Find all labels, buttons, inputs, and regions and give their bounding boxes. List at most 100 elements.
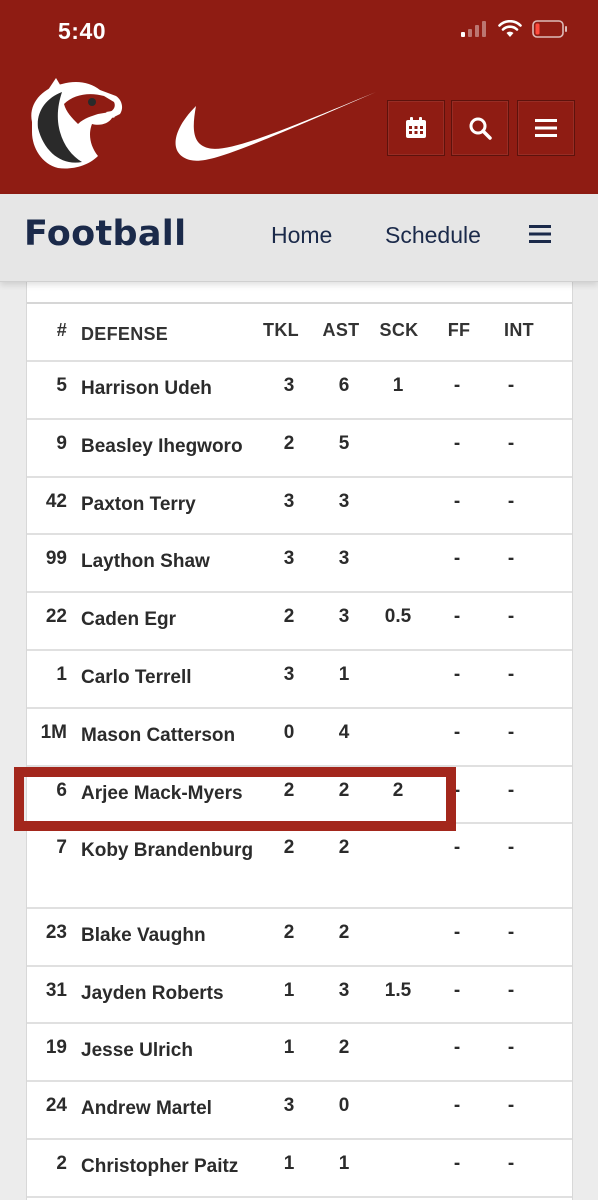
col-tkl-cell: 2 (283, 606, 295, 627)
col-int-cell: - (507, 1095, 515, 1116)
table-row: 6 Arjee Mack-Myers 2 2 2 - - (27, 767, 572, 824)
brand-header (0, 64, 598, 194)
col-ast-cell: 0 (338, 1095, 350, 1116)
col-tkl-cell: 3 (283, 491, 295, 512)
col-number-cell: 1 (56, 664, 67, 685)
col-defense-cell[interactable]: Mason Catterson (81, 722, 256, 750)
col-defense-cell[interactable]: Caden Egr (81, 606, 256, 634)
col-ff-header: FF (447, 320, 471, 340)
nav-schedule-link[interactable]: Schedule (385, 222, 481, 249)
col-ast-cell: 2 (338, 780, 350, 801)
col-ast-cell: 1 (338, 1153, 350, 1174)
col-number-cell: 2 (56, 1153, 67, 1174)
col-defense-cell[interactable]: Christopher Paitz (81, 1153, 256, 1181)
col-sck-header: SCK (379, 320, 419, 340)
col-int-cell: - (507, 1037, 515, 1058)
status-icons (460, 20, 568, 38)
wifi-icon (498, 20, 522, 37)
col-tkl-cell: 3 (283, 548, 295, 569)
search-button[interactable] (451, 100, 509, 156)
table-row: 2 Christopher Paitz 1 1 - - (27, 1140, 572, 1198)
col-ff-cell: - (453, 837, 461, 858)
table-row: 99 Laython Shaw 3 3 - - (27, 535, 572, 593)
table-row: 24 Andrew Martel 3 0 - - (27, 1082, 572, 1140)
col-sck-cell: 1.5 (384, 980, 412, 1001)
table-row: 1M Mason Catterson 0 4 - - (27, 709, 572, 767)
col-defense-cell[interactable]: Jayden Roberts (81, 980, 256, 1008)
col-tkl-cell: 2 (283, 780, 295, 801)
team-mascot-logo[interactable] (18, 74, 130, 186)
col-defense-cell[interactable]: Koby Brandenburg (81, 837, 256, 865)
col-defense-cell[interactable]: Harrison Udeh (81, 375, 256, 403)
col-int-cell: - (507, 606, 515, 627)
col-ff-cell: - (453, 548, 461, 569)
sport-menu-icon[interactable] (529, 224, 551, 244)
sport-nav: Football Home Schedule (0, 194, 598, 282)
col-tkl-cell: 1 (283, 1153, 295, 1174)
col-defense-cell[interactable]: Blake Vaughn (81, 922, 256, 950)
table-row: 9 Beasley Ihegworo 2 5 - - (27, 420, 572, 478)
col-ff-cell: - (453, 433, 461, 454)
col-tkl-cell: 0 (283, 722, 295, 743)
col-number-cell: 99 (45, 548, 67, 569)
col-int-cell: - (507, 922, 515, 943)
col-tkl-cell: 2 (283, 837, 295, 858)
col-int-header: INT (504, 320, 534, 340)
col-sck-cell: 2 (392, 780, 404, 801)
table-row: 42 Paxton Terry 3 3 - - (27, 478, 572, 535)
col-defense-cell[interactable]: Paxton Terry (81, 491, 256, 519)
col-number-cell: 23 (45, 922, 67, 943)
table-row: 23 Blake Vaughn 2 2 - - (27, 909, 572, 967)
col-int-cell: - (507, 375, 515, 396)
col-number-cell: 24 (45, 1095, 67, 1116)
table-row: 5 Harrison Udeh 3 6 1 - - (27, 362, 572, 420)
col-int-cell: - (507, 837, 515, 858)
col-sck-cell: 1 (392, 375, 404, 396)
col-ff-cell: - (453, 1153, 461, 1174)
col-tkl-cell: 3 (283, 1095, 295, 1116)
defense-stats-table: # DEFENSE TKL AST SCK FF INT 5 Harrison Udeh 3 6 1 -… (26, 282, 573, 1200)
col-tkl-cell: 1 (283, 1037, 295, 1058)
col-ff-cell: - (453, 780, 461, 801)
col-ast-cell: 2 (338, 837, 350, 858)
table-row: 1 Carlo Terrell 3 1 - - (27, 651, 572, 709)
col-tkl-cell: 2 (283, 433, 295, 454)
col-int-cell: - (507, 722, 515, 743)
col-defense-cell[interactable]: Andrew Martel (81, 1095, 256, 1123)
table-row: 31 Jayden Roberts 1 3 1.5 - - (27, 967, 572, 1024)
col-ast-cell: 5 (338, 433, 350, 454)
col-int-cell: - (507, 1153, 515, 1174)
col-number-cell: 7 (56, 837, 67, 858)
col-tkl-header: TKL (263, 320, 299, 340)
col-tkl-cell: 2 (283, 922, 295, 943)
col-defense-cell[interactable]: Arjee Mack-Myers (81, 780, 256, 808)
col-ff-cell: - (453, 1095, 461, 1116)
col-ff-cell: - (453, 1037, 461, 1058)
col-number-cell: 19 (45, 1037, 67, 1058)
col-number-cell: 6 (56, 780, 67, 801)
col-ast-cell: 4 (338, 722, 350, 743)
col-sck-cell: 0.5 (384, 606, 412, 627)
col-ast-header: AST (322, 320, 360, 340)
nav-home-link[interactable]: Home (271, 222, 332, 249)
col-defense-cell[interactable]: Laython Shaw (81, 548, 256, 576)
col-ff-cell: - (453, 375, 461, 396)
col-int-cell: - (507, 980, 515, 1001)
col-defense-cell[interactable]: Beasley Ihegworo (81, 433, 256, 461)
col-ast-cell: 3 (338, 491, 350, 512)
col-number-cell: 9 (56, 433, 67, 454)
main-menu-button[interactable] (517, 100, 575, 156)
col-int-cell: - (507, 491, 515, 512)
col-ast-cell: 2 (338, 1037, 350, 1058)
col-defense-cell[interactable]: Carlo Terrell (81, 664, 256, 692)
col-ast-cell: 6 (338, 375, 350, 396)
col-number-cell: 22 (45, 606, 67, 627)
calendar-button[interactable] (387, 100, 445, 156)
col-defense-cell[interactable]: Jesse Ulrich (81, 1037, 256, 1065)
table-row: 7 Koby Brandenburg 2 2 - - (27, 824, 572, 909)
col-tkl-cell: 3 (283, 375, 295, 396)
col-ff-cell: - (453, 922, 461, 943)
cellular-signal-icon (461, 21, 486, 37)
col-ast-cell: 3 (338, 548, 350, 569)
col-ff-cell: - (453, 980, 461, 1001)
